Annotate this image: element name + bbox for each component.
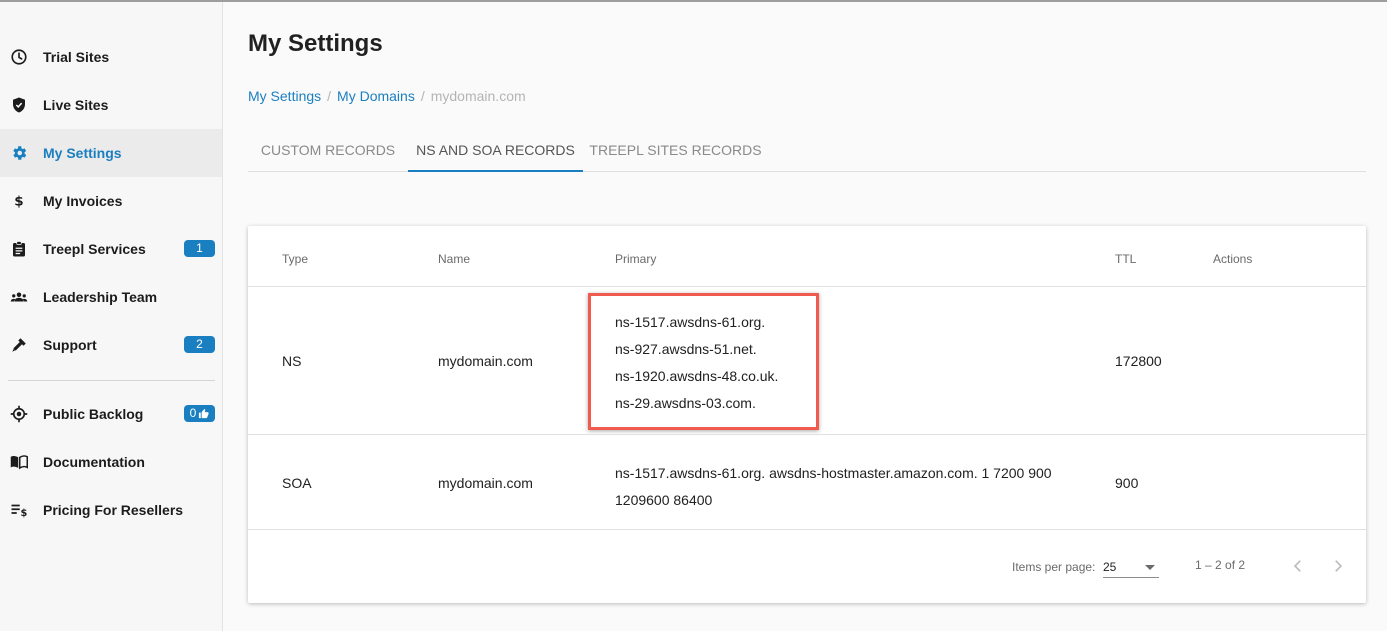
- sidebar-item-live-sites[interactable]: Live Sites: [0, 81, 222, 129]
- people-icon: [10, 288, 28, 306]
- sidebar-item-trial-sites[interactable]: Trial Sites: [0, 33, 222, 81]
- sidebar-item-my-settings[interactable]: My Settings: [0, 129, 222, 177]
- tab-custom-records[interactable]: CUSTOM RECORDS: [248, 130, 408, 172]
- sidebar-item-my-invoices[interactable]: $ My Invoices: [0, 177, 222, 225]
- page-size-value: 25: [1103, 560, 1117, 574]
- sidebar-item-label: My Invoices: [43, 193, 123, 209]
- svg-text:$: $: [14, 194, 23, 210]
- paginator: Items per page: 25 1 – 2 of 2: [248, 530, 1366, 603]
- vote-count: 0: [189, 406, 197, 420]
- chevron-right-icon: [1335, 560, 1343, 572]
- breadcrumb: My Settings / My Domains / mydomain.com: [248, 88, 526, 104]
- count-badge: 1: [184, 240, 215, 257]
- dollar-icon: $: [10, 192, 28, 210]
- count-badge: 2: [184, 336, 215, 353]
- sidebar-item-label: Pricing For Resellers: [43, 502, 184, 518]
- sidebar-item-label: Documentation: [43, 454, 145, 470]
- row-divider: [248, 434, 1366, 435]
- svg-text:$: $: [20, 508, 27, 519]
- cell-primary-soa: ns-1517.awsdns-61.org. awsdns-hostmaster…: [615, 465, 1052, 508]
- cell-ttl: 172800: [1115, 353, 1162, 369]
- cell-type: SOA: [282, 475, 312, 491]
- sidebar-item-leadership-team[interactable]: Leadership Team: [0, 273, 222, 321]
- thumbs-up-icon: [199, 408, 209, 419]
- page-range-label: 1 – 2 of 2: [1195, 558, 1246, 572]
- vote-badge: 0: [184, 405, 215, 422]
- column-header-primary[interactable]: Primary: [615, 252, 656, 266]
- breadcrumb-separator: /: [327, 88, 332, 104]
- items-per-page-label: Items per page:: [1012, 560, 1096, 574]
- shield-check-icon: [10, 96, 28, 114]
- breadcrumb-current: mydomain.com: [430, 88, 526, 104]
- breadcrumb-link-my-settings[interactable]: My Settings: [248, 88, 321, 104]
- gear-icon: [10, 144, 28, 162]
- sidebar-item-label: Trial Sites: [43, 49, 110, 65]
- column-header-ttl[interactable]: TTL: [1115, 252, 1136, 266]
- sidebar-item-label: My Settings: [43, 145, 122, 161]
- clock-icon: [10, 48, 28, 66]
- column-header-type[interactable]: Type: [282, 252, 308, 266]
- wrench-icon: [10, 336, 28, 354]
- cell-name: mydomain.com: [438, 475, 533, 491]
- sidebar-item-documentation[interactable]: Documentation: [0, 438, 222, 486]
- sidebar-item-treepl-services[interactable]: Treepl Services 1: [0, 225, 222, 273]
- book-icon: [10, 453, 28, 471]
- next-page-button[interactable]: [1328, 556, 1348, 576]
- sidebar-item-label: Support: [43, 337, 97, 353]
- sidebar-item-label: Treepl Services: [43, 241, 146, 257]
- sidebar-item-label: Public Backlog: [43, 406, 144, 422]
- clipboard-icon: [10, 240, 28, 258]
- sidebar-item-label: Live Sites: [43, 97, 109, 113]
- sidebar-divider: [8, 380, 215, 381]
- previous-page-button[interactable]: [1288, 556, 1308, 576]
- sidebar-item-pricing-for-resellers[interactable]: $ Pricing For Resellers: [0, 486, 222, 534]
- target-icon: [10, 405, 28, 423]
- record-tabs: CUSTOM RECORDS NS AND SOA RECORDS TREEPL…: [248, 130, 1366, 172]
- sidebar-item-public-backlog[interactable]: Public Backlog 0: [0, 390, 222, 438]
- page-size-select[interactable]: 25: [1103, 556, 1159, 578]
- records-table-card: Type Name Primary TTL Actions NS mydomai…: [248, 226, 1366, 603]
- dropdown-arrow-icon: [1145, 565, 1155, 570]
- sidebar-item-support[interactable]: Support 2: [0, 321, 222, 369]
- cell-type: NS: [282, 353, 302, 369]
- cell-ttl: 900: [1115, 475, 1139, 491]
- breadcrumb-link-my-domains[interactable]: My Domains: [337, 88, 415, 104]
- highlight-annotation-box: [588, 293, 819, 430]
- sidebar: Trial Sites Live Sites My Settings $ My …: [0, 2, 223, 631]
- row-divider: [248, 286, 1366, 287]
- column-header-name[interactable]: Name: [438, 252, 470, 266]
- price-list-icon: $: [10, 501, 28, 519]
- breadcrumb-separator: /: [420, 88, 425, 104]
- chevron-left-icon: [1293, 560, 1301, 572]
- sidebar-item-label: Leadership Team: [43, 289, 158, 305]
- column-header-actions: Actions: [1213, 252, 1253, 266]
- page-title: My Settings: [248, 30, 383, 57]
- tab-treepl-sites-records[interactable]: TREEPL SITES RECORDS: [583, 130, 768, 172]
- cell-name: mydomain.com: [438, 353, 533, 369]
- tab-ns-and-soa-records[interactable]: NS AND SOA RECORDS: [408, 130, 583, 172]
